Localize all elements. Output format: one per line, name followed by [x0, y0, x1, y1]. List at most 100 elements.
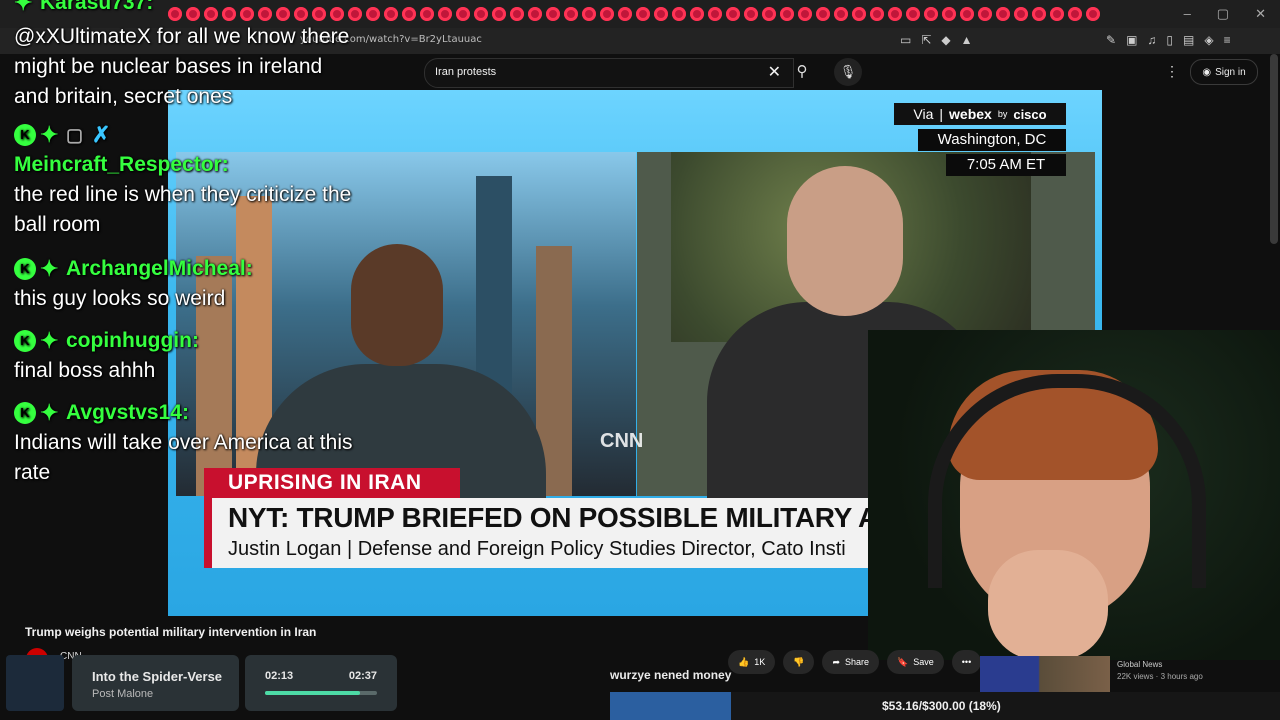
chat-message: final boss ahhh — [14, 359, 156, 382]
tab-favicon-icon[interactable] — [924, 7, 938, 21]
chat-entry: K ✦ Avgvstvs14: Indians will take over Ame… — [14, 398, 354, 488]
tab-favicon-icon[interactable] — [528, 7, 542, 21]
chat-username: K ✦ ▢ ✗ — [14, 120, 354, 150]
sidebar-icon[interactable]: ▯ — [1166, 33, 1173, 47]
webex-by: by — [997, 109, 1008, 119]
like-button[interactable]: 👍 1K — [728, 650, 776, 674]
search-box[interactable]: Iran protests ✕ — [424, 58, 794, 88]
diamond-badge-icon: ✦ — [40, 122, 59, 148]
track-total-time: 02:37 — [348, 670, 377, 682]
tab-favicon-icon[interactable] — [996, 7, 1010, 21]
tab-favicon-icon[interactable] — [600, 7, 614, 21]
brave-shield-icon[interactable]: ◆ — [941, 33, 950, 47]
tab-favicon-icon[interactable] — [582, 7, 596, 21]
chat-overlay: ✦ Karasu737: @xXUltimateX for all we know… — [14, 0, 354, 488]
tab-favicon-icon[interactable] — [636, 7, 650, 21]
tab-favicon-icon[interactable] — [402, 7, 416, 21]
music-icon[interactable]: ♫ — [1147, 33, 1156, 47]
diamond-badge-icon: ✦ — [14, 0, 33, 16]
tab-favicon-icon[interactable] — [690, 7, 704, 21]
account-icon: ◉ — [1202, 66, 1212, 78]
save-button[interactable]: 🔖 Save — [887, 650, 944, 674]
tab-favicon-icon[interactable] — [726, 7, 740, 21]
tab-favicon-icon[interactable] — [834, 7, 848, 21]
tab-favicon-icon[interactable] — [798, 7, 812, 21]
track-artist: Post Malone — [92, 688, 154, 700]
share-button[interactable]: ➦ Share — [822, 650, 880, 674]
share-page-icon[interactable]: ⇱ — [921, 33, 931, 47]
time-label: 7:05 AM ET — [946, 154, 1066, 176]
more-actions-icon: ••• — [961, 657, 972, 667]
tab-favicon-icon[interactable] — [852, 7, 866, 21]
tab-favicon-icon[interactable] — [1014, 7, 1028, 21]
streamer-webcam — [868, 330, 1280, 660]
guest-head — [787, 166, 903, 316]
tab-favicon-icon[interactable] — [816, 7, 830, 21]
more-actions-button[interactable]: ••• — [951, 650, 982, 674]
clear-search-icon[interactable]: ✕ — [768, 62, 781, 82]
track-progress-card: 02:13 02:37 — [245, 655, 397, 711]
tab-favicon-icon[interactable] — [492, 7, 506, 21]
more-options-icon[interactable]: ⋮ — [1165, 63, 1179, 80]
tab-favicon-icon[interactable] — [474, 7, 488, 21]
tab-favicon-icon[interactable] — [366, 7, 380, 21]
webex-badge: Via | webex by cisco — [894, 103, 1066, 125]
tab-favicon-icon[interactable] — [978, 7, 992, 21]
tab-favicon-icon[interactable] — [618, 7, 632, 21]
thumbs-down-icon: 👎 — [793, 656, 805, 667]
tab-favicon-icon[interactable] — [510, 7, 524, 21]
track-progress-bar — [265, 691, 377, 695]
rewards-icon[interactable]: ▲ — [961, 33, 973, 47]
tab-favicon-icon[interactable] — [906, 7, 920, 21]
tab-favicon-icon[interactable] — [384, 7, 398, 21]
chat-message: @xXUltimateX for all we know there might… — [14, 25, 350, 108]
tab-favicon-icon[interactable] — [960, 7, 974, 21]
sign-in-button[interactable]: ◉ Sign in — [1190, 59, 1258, 85]
tab-favicon-icon[interactable] — [780, 7, 794, 21]
tab-favicon-icon[interactable] — [438, 7, 452, 21]
chat-username: K ✦ ArchangelMicheal: — [14, 254, 354, 284]
tab-favicon-icon[interactable] — [420, 7, 434, 21]
related-video-meta[interactable]: Global News 22K views · 3 hours ago — [1117, 659, 1203, 683]
chyron: NYT: TRUMP BRIEFED ON POSSIBLE MILITARY … — [204, 498, 1052, 568]
tab-favicon-icon[interactable] — [708, 7, 722, 21]
kick-badge-icon: K — [14, 124, 36, 147]
page-scrollbar[interactable] — [1270, 54, 1278, 244]
minimize-button[interactable]: – — [1184, 6, 1191, 22]
microphone-icon[interactable]: 🎙 — [834, 58, 862, 86]
extension-icon[interactable]: ▣ — [1126, 33, 1137, 47]
tab-favicon-icon[interactable] — [942, 7, 956, 21]
tab-favicon-icon[interactable] — [1068, 7, 1082, 21]
chat-username: K ✦ copinhuggin: — [14, 326, 354, 356]
tab-favicon-icon[interactable] — [654, 7, 668, 21]
wallet-icon[interactable]: ▤ — [1183, 33, 1194, 47]
tab-favicon-icon[interactable] — [1032, 7, 1046, 21]
save-label: Save — [913, 657, 934, 667]
webex-brand: webex — [949, 106, 992, 122]
chat-username-text: Meincraft_Respector: — [14, 153, 229, 176]
cast-icon[interactable]: ▭ — [900, 33, 911, 47]
search-icon[interactable]: ⚲ — [784, 58, 820, 86]
kick-badge-icon: K — [14, 330, 36, 353]
extension-icon[interactable]: ✎ — [1106, 33, 1116, 47]
maximize-button[interactable]: ▢ — [1217, 6, 1229, 22]
chat-username: K ✦ Avgvstvs14: — [14, 398, 354, 428]
extension-icons: ✎ ▣ ♫ ▯ ▤ ◈ ≡ — [1106, 33, 1231, 47]
tab-favicon-icon[interactable] — [1086, 7, 1100, 21]
tab-favicon-icon[interactable] — [1050, 7, 1064, 21]
tab-favicon-icon[interactable] — [456, 7, 470, 21]
tab-favicon-icon[interactable] — [762, 7, 776, 21]
tab-favicon-icon[interactable] — [672, 7, 686, 21]
tab-favicon-icon[interactable] — [870, 7, 884, 21]
dislike-button[interactable]: 👎 — [783, 650, 815, 674]
diamond-badge-icon: ✦ — [40, 256, 59, 282]
search-input[interactable]: Iran protests — [435, 66, 496, 78]
tab-favicon-icon[interactable] — [744, 7, 758, 21]
tab-favicon-icon[interactable] — [888, 7, 902, 21]
vpn-icon[interactable]: ◈ — [1204, 33, 1213, 47]
menu-icon[interactable]: ≡ — [1224, 33, 1231, 47]
close-window-button[interactable]: ✕ — [1255, 6, 1266, 22]
tab-favicon-icon[interactable] — [546, 7, 560, 21]
tab-favicon-icon[interactable] — [564, 7, 578, 21]
anchor-head — [351, 244, 443, 366]
